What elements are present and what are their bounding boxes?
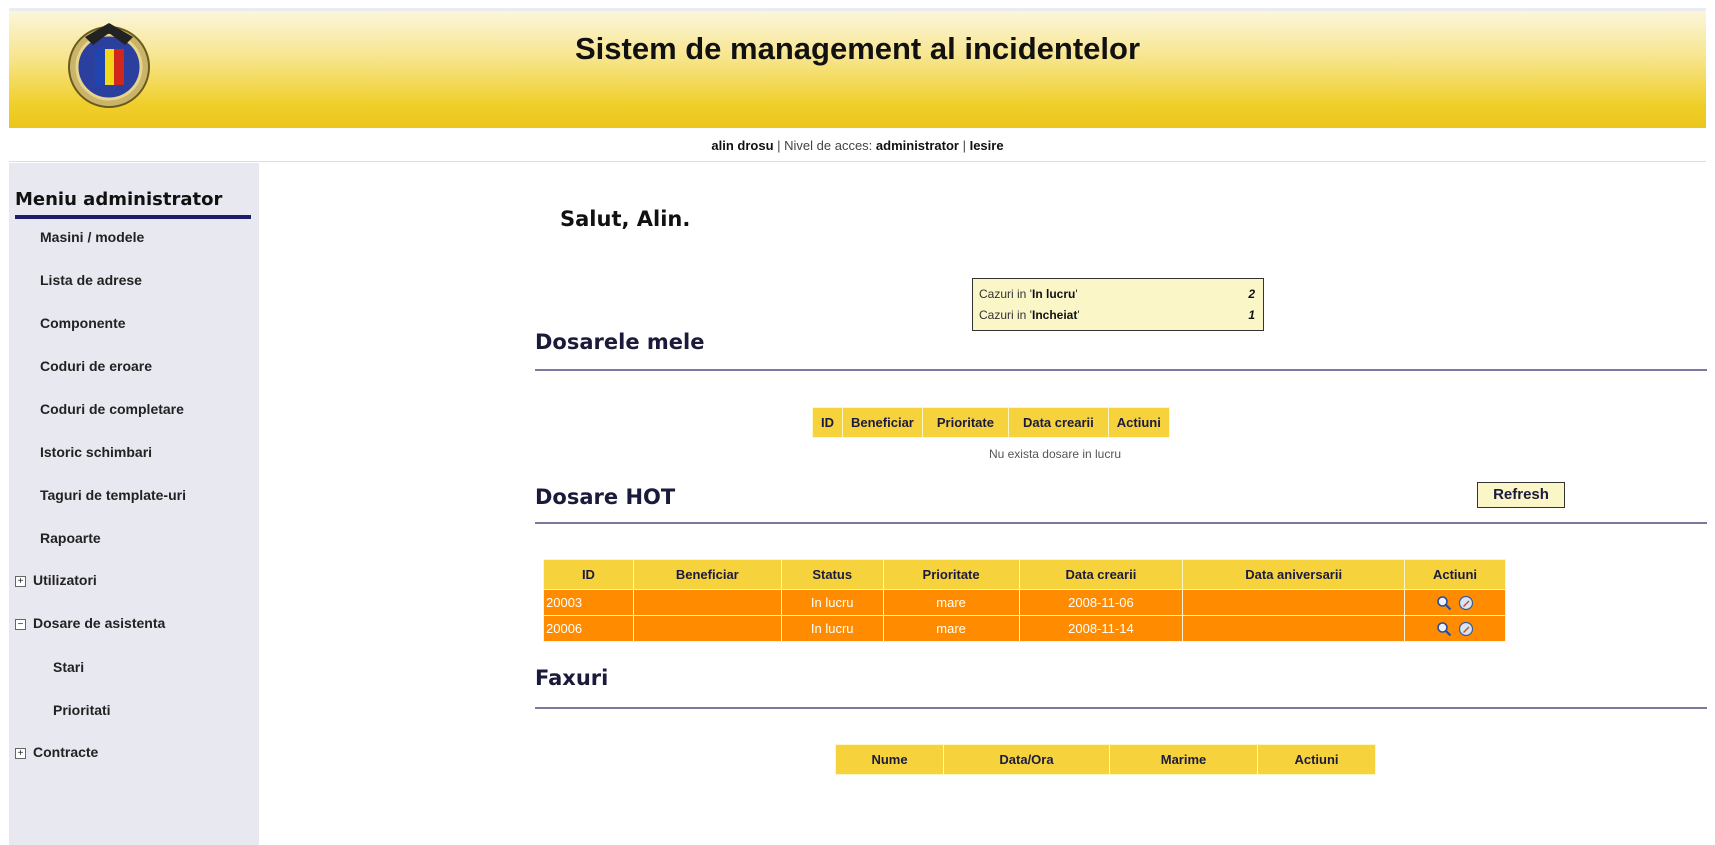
hot-files-table: ID Beneficiar Status Prioritate Data cre… bbox=[543, 559, 1506, 642]
summary-row-closed: Cazuri in 'Incheiat' 1 bbox=[979, 305, 1255, 325]
sidebar-item-rapoarte[interactable]: Rapoarte bbox=[40, 530, 101, 546]
sidebar-item-coduri-eroare[interactable]: Coduri de eroare bbox=[40, 358, 152, 374]
menu-title-rule bbox=[15, 215, 251, 219]
table-row[interactable]: 20006 In lucru mare 2008-11-14 bbox=[543, 615, 1506, 642]
magnifier-icon[interactable] bbox=[1436, 621, 1452, 637]
summary-count: 1 bbox=[1248, 308, 1255, 322]
app-header: Sistem de management al incidentelor bbox=[9, 8, 1706, 128]
cell-status: In lucru bbox=[780, 615, 884, 642]
sidebar-item-dosare-asistenta[interactable]: − Dosare de asistenta bbox=[15, 615, 165, 631]
summary-label: Cazuri in ' bbox=[979, 308, 1032, 322]
username-link[interactable]: alin drosu bbox=[711, 138, 773, 153]
table-header-row: ID Beneficiar Status Prioritate Data cre… bbox=[543, 559, 1506, 590]
empty-message: Nu exista dosare in lucru bbox=[988, 447, 1122, 461]
cell-data-crearii: 2008-11-14 bbox=[1018, 615, 1184, 642]
sidebar-item-utilizatori[interactable]: + Utilizatori bbox=[15, 572, 97, 588]
table-header-row: Nume Data/Ora Marime Actiuni bbox=[835, 744, 1376, 775]
edit-icon[interactable] bbox=[1458, 621, 1474, 637]
cell-status: In lucru bbox=[780, 589, 884, 616]
section-title-hot-files: Dosare HOT bbox=[535, 485, 676, 509]
column-header[interactable]: Actiuni bbox=[1257, 744, 1376, 775]
sidebar-item-taguri-template[interactable]: Taguri de template-uri bbox=[40, 487, 186, 503]
faxes-table: Nume Data/Ora Marime Actiuni bbox=[835, 744, 1376, 775]
expand-icon[interactable]: + bbox=[15, 748, 26, 759]
column-header[interactable]: Beneficiar bbox=[632, 559, 782, 590]
sidebar-item-label: Dosare de asistenta bbox=[33, 615, 166, 631]
column-header[interactable]: ID bbox=[543, 559, 634, 590]
column-header[interactable]: Beneficiar bbox=[842, 407, 923, 438]
column-header[interactable]: Nume bbox=[835, 744, 944, 775]
cell-beneficiar bbox=[632, 615, 782, 642]
section-divider bbox=[535, 369, 1707, 371]
collapse-icon[interactable]: − bbox=[15, 619, 26, 630]
greeting: Salut, Alin. bbox=[560, 207, 691, 231]
expand-icon[interactable]: + bbox=[15, 576, 26, 587]
user-bar: alin drosu | Nivel de acces: administrat… bbox=[9, 130, 1706, 162]
table-header-row: ID Beneficiar Prioritate Data crearii Ac… bbox=[812, 407, 1170, 438]
summary-status: In lucru bbox=[1031, 287, 1076, 301]
section-divider bbox=[535, 522, 1707, 524]
sidebar-item-stari[interactable]: Stari bbox=[53, 659, 84, 675]
section-title-my-files: Dosarele mele bbox=[535, 330, 705, 354]
action-icons bbox=[1435, 594, 1475, 611]
sidebar-item-label: Contracte bbox=[33, 744, 99, 760]
cell-data-aniversarii bbox=[1182, 589, 1406, 616]
cell-data-aniversarii bbox=[1182, 615, 1406, 642]
column-header[interactable]: Data crearii bbox=[1018, 559, 1184, 590]
section-divider bbox=[535, 707, 1707, 709]
sidebar: Meniu administrator Masini / modele List… bbox=[9, 163, 259, 845]
summary-label: Cazuri in ' bbox=[979, 287, 1032, 301]
sidebar-item-prioritati[interactable]: Prioritati bbox=[53, 702, 111, 718]
separator: | bbox=[773, 138, 785, 153]
column-header[interactable]: Data aniversarii bbox=[1182, 559, 1406, 590]
case-summary-box: Cazuri in 'In lucru' 2 Cazuri in 'Inchei… bbox=[972, 278, 1264, 331]
column-header[interactable]: Actiuni bbox=[1404, 559, 1506, 590]
sidebar-item-lista-adrese[interactable]: Lista de adrese bbox=[40, 272, 142, 288]
column-header[interactable]: Data/Ora bbox=[943, 744, 1110, 775]
column-header[interactable]: Status bbox=[780, 559, 884, 590]
sidebar-item-istoric-schimbari[interactable]: Istoric schimbari bbox=[40, 444, 152, 460]
column-header[interactable]: Prioritate bbox=[882, 559, 1020, 590]
app-title: Sistem de management al incidentelor bbox=[574, 31, 1141, 66]
summary-row-in-progress: Cazuri in 'In lucru' 2 bbox=[979, 284, 1255, 304]
cell-prioritate: mare bbox=[882, 615, 1020, 642]
action-icons bbox=[1435, 620, 1475, 637]
edit-icon[interactable] bbox=[1458, 595, 1474, 611]
cell-actions bbox=[1404, 589, 1506, 616]
summary-count: 2 bbox=[1248, 287, 1255, 301]
sidebar-item-masini-modele[interactable]: Masini / modele bbox=[40, 229, 144, 245]
sidebar-item-componente[interactable]: Componente bbox=[40, 315, 126, 331]
sidebar-item-label: Utilizatori bbox=[33, 572, 97, 588]
summary-label: ' bbox=[1075, 287, 1078, 301]
my-files-table: ID Beneficiar Prioritate Data crearii Ac… bbox=[812, 407, 1170, 438]
magnifier-icon[interactable] bbox=[1436, 595, 1452, 611]
cell-prioritate: mare bbox=[882, 589, 1020, 616]
column-header[interactable]: Actiuni bbox=[1107, 407, 1170, 438]
menu-title: Meniu administrator bbox=[15, 189, 223, 210]
summary-status: Incheiat bbox=[1031, 308, 1078, 322]
refresh-button[interactable]: Refresh bbox=[1477, 482, 1565, 508]
cell-actions bbox=[1404, 615, 1506, 642]
access-level: administrator bbox=[875, 138, 959, 153]
access-label: Nivel de acces: bbox=[784, 138, 876, 153]
main-content: Salut, Alin. Cazuri in 'In lucru' 2 Cazu… bbox=[260, 163, 1715, 845]
cell-id[interactable]: 20003 bbox=[543, 589, 634, 616]
column-header[interactable]: Marime bbox=[1109, 744, 1258, 775]
section-title-faxes: Faxuri bbox=[535, 666, 609, 690]
summary-label: ' bbox=[1077, 308, 1080, 322]
column-header[interactable]: Data crearii bbox=[1007, 407, 1109, 438]
separator: | bbox=[958, 138, 970, 153]
column-header[interactable]: Prioritate bbox=[921, 407, 1009, 438]
sidebar-item-coduri-completare[interactable]: Coduri de completare bbox=[40, 401, 184, 417]
table-row[interactable]: 20003 In lucru mare 2008-11-06 bbox=[543, 589, 1506, 616]
logout-link[interactable]: Iesire bbox=[970, 138, 1004, 153]
cell-id[interactable]: 20006 bbox=[543, 615, 634, 642]
cell-data-crearii: 2008-11-06 bbox=[1018, 589, 1184, 616]
cell-beneficiar bbox=[632, 589, 782, 616]
column-header[interactable]: ID bbox=[812, 407, 843, 438]
sidebar-item-contracte[interactable]: + Contracte bbox=[15, 744, 98, 760]
